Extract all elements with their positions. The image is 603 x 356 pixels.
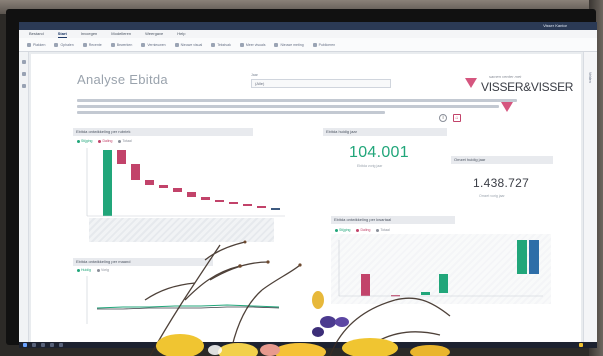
home-icon[interactable]: ⌂ bbox=[453, 114, 461, 122]
tab-modelleren[interactable]: Modelleren bbox=[111, 30, 131, 38]
logo-tagline: samen verder met bbox=[489, 74, 522, 79]
waterfall-bar[interactable] bbox=[117, 150, 126, 164]
waterfall-bar[interactable] bbox=[257, 206, 266, 208]
waterfall-bar[interactable] bbox=[103, 150, 112, 216]
explorer-icon[interactable] bbox=[50, 343, 54, 347]
recent-sources-button[interactable]: Recente bbox=[82, 42, 102, 47]
kpi1-value: 104.001 bbox=[349, 144, 409, 161]
user-name[interactable]: Visser Kantor bbox=[543, 22, 567, 30]
waterfall-bar[interactable] bbox=[159, 185, 168, 188]
logo-triangle-icon bbox=[465, 78, 477, 88]
tab-help[interactable]: Help bbox=[177, 30, 185, 38]
legend-total: Totaal bbox=[118, 139, 131, 143]
waterfall-bar[interactable] bbox=[131, 164, 140, 180]
filter-label: Jaar bbox=[251, 73, 258, 77]
chart-icon bbox=[174, 42, 179, 47]
start-icon[interactable] bbox=[23, 343, 27, 347]
page-title: Analyse Ebitda bbox=[77, 72, 168, 87]
linechart-legend: Huidig Vorig bbox=[77, 268, 109, 272]
waterfall-bar[interactable] bbox=[173, 188, 182, 192]
app-titlebar: Visser Kantor bbox=[19, 22, 597, 30]
fields-pane-collapsed[interactable]: Velden bbox=[583, 52, 597, 342]
edit-queries-button[interactable]: Bewerken bbox=[110, 42, 132, 47]
kpi1-subtitle: Ebitda vorig jaar bbox=[357, 164, 383, 168]
textbox-icon bbox=[211, 42, 216, 47]
waterfall-bar[interactable] bbox=[529, 240, 539, 274]
report-view-icon[interactable] bbox=[22, 60, 26, 64]
text-box-button[interactable]: Tekstvak bbox=[211, 42, 231, 47]
waterfall-bar[interactable] bbox=[361, 274, 370, 296]
new-visual-button[interactable]: Nieuwe visual bbox=[174, 42, 202, 47]
refresh-button[interactable]: Vernieuwen bbox=[141, 42, 166, 47]
legend-total: Totaal bbox=[376, 228, 389, 232]
logo-name: VISSER&VISSER bbox=[481, 80, 574, 94]
kpi2-title: Omzet huidig jaar bbox=[451, 156, 553, 164]
clock-icon bbox=[82, 42, 87, 47]
publish-button[interactable]: Publiceren bbox=[312, 42, 335, 47]
legend-decrease: Daling bbox=[356, 228, 370, 232]
view-switcher bbox=[19, 52, 29, 342]
line-chart bbox=[86, 276, 280, 324]
legend-current: Huidig bbox=[77, 268, 91, 272]
grid-icon bbox=[239, 42, 244, 47]
info-icon[interactable]: i bbox=[439, 114, 447, 122]
series-current[interactable] bbox=[96, 304, 280, 309]
pane-label: Velden bbox=[588, 72, 592, 83]
paste-icon bbox=[27, 42, 31, 47]
logo-triangle-icon bbox=[501, 102, 513, 112]
waterfall2-chart bbox=[338, 240, 543, 297]
monitor-bezel: Visser Kantor Bestand Start Invoegen Mod… bbox=[6, 9, 597, 348]
upload-icon bbox=[312, 42, 317, 47]
kpi2-subtitle: Omzet vorig jaar bbox=[479, 194, 505, 198]
refresh-icon bbox=[141, 42, 146, 47]
tab-start[interactable]: Start bbox=[57, 30, 67, 38]
taskview-icon[interactable] bbox=[41, 343, 45, 347]
edit-icon bbox=[110, 42, 115, 47]
new-measure-button[interactable]: Nieuwe meting bbox=[274, 42, 304, 47]
waterfall-bar[interactable] bbox=[243, 204, 252, 206]
kpi2-value: 1.438.727 bbox=[473, 176, 530, 190]
waterfall-legend: Stijging Daling Totaal bbox=[77, 139, 132, 143]
company-logo: samen verder met VISSER&VISSER bbox=[451, 74, 581, 116]
more-visuals-button[interactable]: Meer visuals bbox=[239, 42, 265, 47]
waterfall2-legend: Stijging Daling Totaal bbox=[335, 228, 390, 232]
waterfall-bar[interactable] bbox=[229, 202, 238, 204]
search-icon[interactable] bbox=[32, 343, 36, 347]
legend-increase: Stijging bbox=[335, 228, 350, 232]
windows-taskbar bbox=[19, 342, 597, 348]
waterfall2-title: Ebitda ontwikkeling per kwartaal bbox=[331, 216, 455, 224]
waterfall-bar[interactable] bbox=[517, 240, 527, 274]
legend-decrease: Daling bbox=[98, 139, 112, 143]
waterfall-bar[interactable] bbox=[201, 197, 210, 200]
get-data-button[interactable]: Ophalen bbox=[54, 42, 74, 47]
data-view-icon[interactable] bbox=[22, 72, 26, 76]
waterfall-bar[interactable] bbox=[145, 180, 154, 185]
axis-labels-area bbox=[89, 218, 274, 242]
linechart-title: Ebitda ontwikkeling per maand bbox=[73, 258, 213, 266]
ribbon-toolbar: Plakken Ophalen Recente Bewerken Vernieu… bbox=[19, 38, 597, 52]
screen: Visser Kantor Bestand Start Invoegen Mod… bbox=[19, 22, 597, 348]
waterfall-title: Ebitda ontwikkeling per rubriek bbox=[73, 128, 253, 136]
calculator-icon bbox=[274, 42, 279, 47]
database-icon bbox=[54, 42, 59, 47]
model-view-icon[interactable] bbox=[22, 84, 26, 88]
tab-invoegen[interactable]: Invoegen bbox=[81, 30, 97, 38]
ribbon-tabs: Bestand Start Invoegen Modelleren Weerga… bbox=[19, 30, 597, 38]
legend-increase: Stijging bbox=[77, 139, 92, 143]
waterfall-bar[interactable] bbox=[271, 208, 280, 210]
legend-previous: Vorig bbox=[97, 268, 109, 272]
year-filter-dropdown[interactable]: (Alle) bbox=[251, 79, 391, 88]
report-canvas: Analyse Ebitda Jaar (Alle) samen verder … bbox=[31, 54, 581, 344]
waterfall-bar[interactable] bbox=[439, 274, 448, 293]
paste-button[interactable]: Plakken bbox=[27, 42, 45, 47]
tab-weergave[interactable]: Weergave bbox=[145, 30, 163, 38]
tab-bestand[interactable]: Bestand bbox=[29, 30, 44, 38]
waterfall-bar[interactable] bbox=[215, 200, 224, 202]
kpi1-title: Ebitda huidig jaar bbox=[323, 128, 447, 136]
browser-icon[interactable] bbox=[59, 343, 63, 347]
nav-icons: i ⌂ bbox=[439, 114, 461, 122]
waterfall-bar[interactable] bbox=[187, 192, 196, 197]
waterfall-bar[interactable] bbox=[421, 292, 430, 295]
powerbi-icon[interactable] bbox=[579, 343, 583, 347]
